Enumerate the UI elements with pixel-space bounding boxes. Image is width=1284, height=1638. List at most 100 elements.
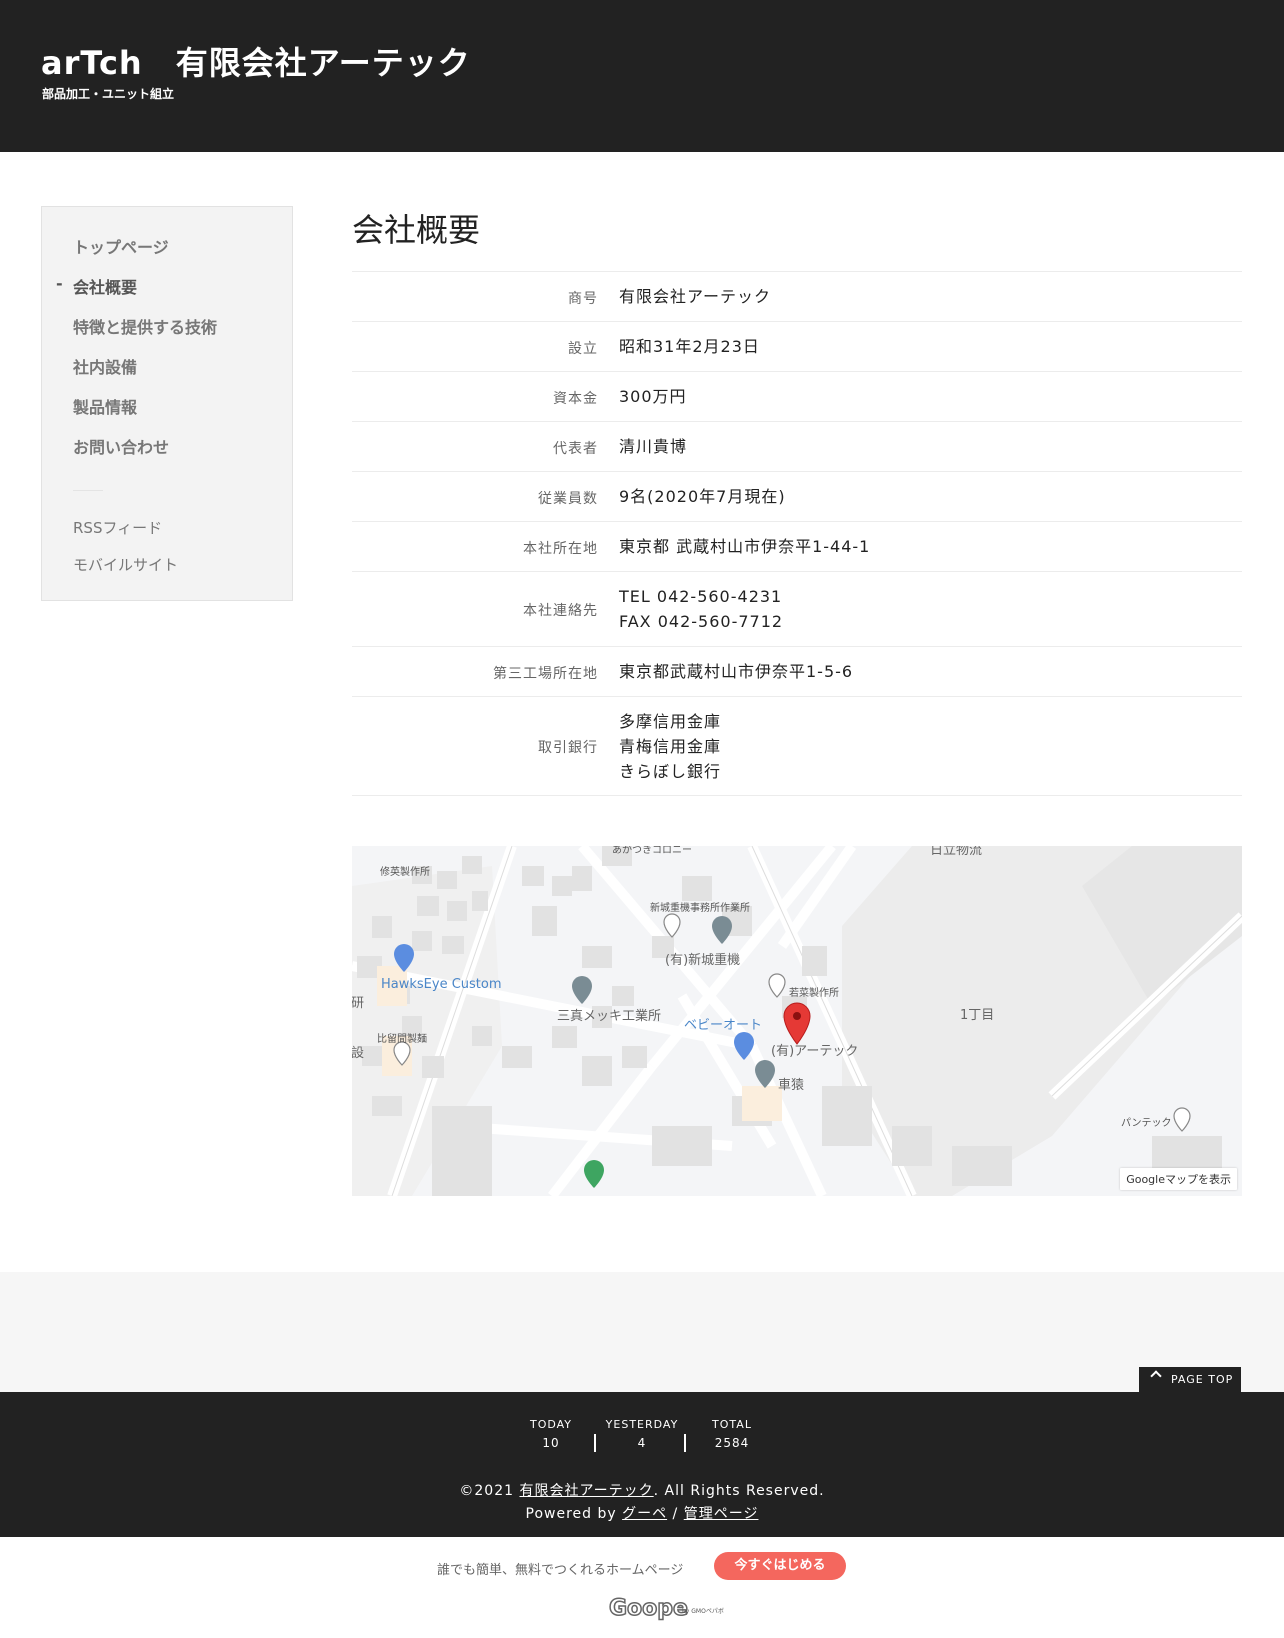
sidebar-nav: トップページ - 会社概要 特徴と提供する技術 社内設備 製品情報 お問い合わせ… [41, 206, 293, 601]
map-canvas[interactable] [352, 846, 1242, 1196]
table-row: 本社所在地 東京都 武蔵村山市伊奈平1-44-1 [352, 521, 1242, 571]
copyright: ©2021 有限会社アーテック. All Rights Reserved. [0, 1480, 1284, 1500]
value-line: 東京都武蔵村山市伊奈平1-5-6 [619, 662, 854, 681]
google-map[interactable]: 修英製作所 あかつきコロニー 新城重機事務所作業所 (有)新城重機 若菜製作所 … [352, 846, 1242, 1196]
value-line: 多摩信用金庫 [619, 712, 722, 731]
table-row: 本社連絡先 TEL 042-560-4231 FAX 042-560-7712 [352, 571, 1242, 646]
map-label: 比留間製麺 [377, 1034, 427, 1045]
sidebar-item-company[interactable]: - 会社概要 [56, 274, 138, 298]
copyright-suffix: . All Rights Reserved. [653, 1483, 825, 1499]
sidebar-item-equipment[interactable]: 社内設備 [73, 354, 137, 378]
value-line: 東京都 武蔵村山市伊奈平1-44-1 [619, 537, 871, 556]
table-row: 商号 有限会社アーテック [352, 271, 1242, 321]
row-label: 本社所在地 [523, 541, 598, 557]
value-line: FAX 042-560-7712 [619, 612, 784, 631]
sidebar-mobile-link[interactable]: モバイルサイト [73, 554, 178, 575]
sidebar-item-features[interactable]: 特徴と提供する技術 [73, 314, 217, 338]
sidebar-item-label: 会社概要 [73, 278, 138, 297]
row-value: 昭和31年2月23日 [619, 334, 760, 359]
counter-today: TODAY 10 [501, 1418, 601, 1450]
map-label: 新城重機事務所作業所 [650, 903, 750, 914]
row-label: 第三工場所在地 [493, 666, 598, 682]
row-value: 300万円 [619, 384, 687, 409]
copyright-prefix: ©2021 [459, 1483, 520, 1499]
start-now-button[interactable]: 今すぐはじめる [714, 1552, 846, 1580]
map-label: (有)新城重機 [665, 953, 741, 968]
row-label: 本社連絡先 [523, 603, 598, 619]
counter-value: 4 [637, 1436, 647, 1450]
row-value: 東京都 武蔵村山市伊奈平1-44-1 [619, 534, 870, 559]
sidebar-divider [73, 490, 103, 491]
value-line: TEL 042-560-4231 [619, 587, 783, 606]
sidebar-item-contact[interactable]: お問い合わせ [73, 434, 169, 458]
row-value: 清川貴博 [619, 434, 687, 459]
counter-value: 10 [542, 1436, 560, 1450]
footer-spacer [0, 1272, 1284, 1392]
map-label: 設 [352, 1046, 365, 1061]
sidebar-item-top[interactable]: トップページ [73, 234, 169, 258]
copyright-company-link[interactable]: 有限会社アーテック [519, 1483, 653, 1499]
map-label: 日立物流 [930, 846, 983, 858]
goope-logo-sub: by GMOペパボ [682, 1607, 724, 1615]
powered-separator: / [667, 1506, 684, 1522]
site-title[interactable]: arTch 有限会社アーテック [41, 38, 471, 84]
site-header: arTch 有限会社アーテック 部品加工・ユニット組立 [0, 0, 1284, 152]
row-label: 代表者 [553, 441, 598, 457]
counter-total: TOTAL 2584 [682, 1418, 782, 1450]
goope-ad-bar: 誰でも簡単、無料でつくれるホームページ 今すぐはじめる Goope by GMO… [0, 1537, 1284, 1638]
company-info-table: 商号 有限会社アーテック 設立 昭和31年2月23日 資本金 300万円 代表者… [352, 271, 1242, 796]
counter-label: TODAY [529, 1418, 573, 1431]
map-label: (有)アーテック [771, 1044, 859, 1059]
row-value: 多摩信用金庫 青梅信用金庫 きらぼし銀行 [619, 709, 721, 784]
map-label: 研 [352, 996, 365, 1011]
table-row: 資本金 300万円 [352, 371, 1242, 421]
map-label: 三真メッキ工業所 [557, 1009, 662, 1024]
counter-value: 2584 [714, 1436, 750, 1450]
row-label: 取引銀行 [538, 740, 598, 756]
counter-yesterday: YESTERDAY 4 [592, 1418, 692, 1450]
sidebar-item-products[interactable]: 製品情報 [73, 394, 137, 418]
goope-logo[interactable]: Goope by GMOペパボ [607, 1589, 729, 1623]
page-top-button[interactable]: PAGE TOP [1139, 1367, 1241, 1392]
row-value: 9名(2020年7月現在) [619, 484, 786, 509]
counter-label: TOTAL [712, 1418, 752, 1431]
row-label: 資本金 [553, 391, 598, 407]
view-google-maps-button[interactable]: Googleマップを表示 [1120, 1168, 1237, 1190]
row-label: 商号 [568, 291, 598, 307]
powered-by: Powered by グーペ / 管理ページ [0, 1503, 1284, 1523]
table-row: 従業員数 9名(2020年7月現在) [352, 471, 1242, 521]
table-row: 代表者 清川貴博 [352, 421, 1242, 471]
row-label: 設立 [568, 341, 598, 357]
goope-link[interactable]: グーペ [622, 1506, 667, 1522]
goope-logo-text: Goope [609, 1596, 688, 1621]
page-top-label: PAGE TOP [1171, 1373, 1234, 1386]
map-label: パンテック [1121, 1118, 1172, 1129]
map-label: 若菜製作所 [789, 988, 839, 999]
table-row: 設立 昭和31年2月23日 [352, 321, 1242, 371]
row-label: 従業員数 [538, 491, 598, 507]
map-label: あかつきコロニー [612, 846, 692, 856]
map-pin-green [584, 1160, 604, 1188]
counter-label: YESTERDAY [605, 1418, 679, 1431]
value-line: きらぼし銀行 [619, 762, 722, 781]
page-title: 会社概要 [352, 211, 481, 249]
value-line: 清川貴博 [619, 437, 688, 456]
table-row: 取引銀行 多摩信用金庫 青梅信用金庫 きらぼし銀行 [352, 696, 1242, 796]
chevron-up-icon [1150, 1370, 1162, 1382]
admin-page-link[interactable]: 管理ページ [684, 1506, 759, 1522]
active-marker: - [56, 274, 63, 293]
sidebar-rss-link[interactable]: RSSフィード [73, 517, 162, 538]
row-value: 有限会社アーテック [619, 284, 771, 309]
map-location-pin-red [783, 1002, 811, 1045]
row-value: 東京都武蔵村山市伊奈平1-5-6 [619, 659, 853, 684]
map-label: 1丁目 [960, 1008, 995, 1023]
site-subtitle: 部品加工・ユニット組立 [42, 87, 175, 101]
site-footer: TODAY 10 YESTERDAY 4 TOTAL 2584 ©2021 有限… [0, 1392, 1284, 1537]
map-label: ベビーオート [684, 1018, 763, 1033]
map-label: HawksEye Custom [381, 977, 502, 992]
value-line: 有限会社アーテック [619, 287, 772, 306]
table-row: 第三工場所在地 東京都武蔵村山市伊奈平1-5-6 [352, 646, 1242, 696]
map-label: 修英製作所 [380, 867, 430, 878]
value-line: 青梅信用金庫 [619, 737, 722, 756]
ad-text: 誰でも簡単、無料でつくれるホームページ [437, 1563, 684, 1578]
